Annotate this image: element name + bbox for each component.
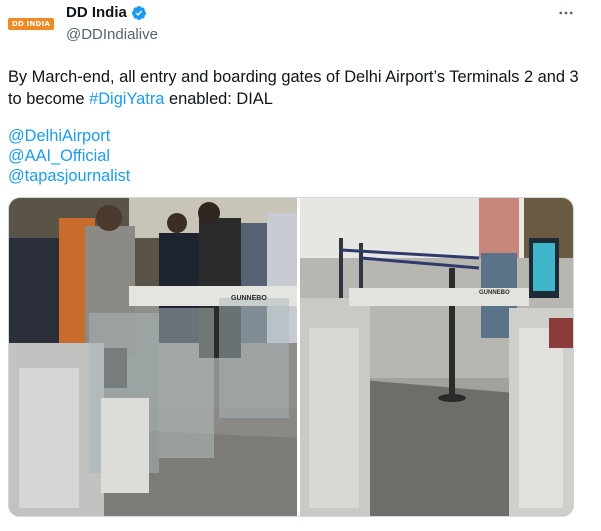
avatar[interactable]: DD INDIA	[8, 10, 54, 38]
mention-link[interactable]: @tapasjournalist	[8, 166, 130, 186]
tweet-text: By March-end, all entry and boarding gat…	[8, 66, 588, 110]
left-gate-signage: GUNNEBO	[231, 295, 267, 302]
verified-badge-icon	[131, 5, 146, 20]
media-divider	[297, 198, 300, 516]
right-gate-signage: GUNNEBO	[479, 290, 510, 296]
media-photos: GUNNEBO GUNNEBO	[9, 198, 573, 516]
mention-link[interactable]: @AAI_Official	[8, 146, 130, 166]
more-options-glyph	[559, 11, 573, 15]
right-photo	[300, 198, 573, 516]
hashtag-link[interactable]: #DigiYatra	[89, 90, 164, 108]
author-display-name[interactable]: DD India	[66, 4, 127, 21]
tweet-text-part: enabled: DIAL	[164, 90, 273, 108]
mentions-list: @DelhiAirport @AAI_Official @tapasjourna…	[8, 126, 130, 186]
dd-india-logo: DD INDIA	[8, 18, 54, 30]
tweet-media[interactable]: GUNNEBO GUNNEBO	[8, 197, 574, 517]
author-name-row: DD India	[66, 4, 147, 21]
author-handle[interactable]: @DDIndialive	[66, 26, 158, 43]
mention-link[interactable]: @DelhiAirport	[8, 126, 130, 146]
left-photo	[9, 198, 299, 516]
tweet-card: DD INDIA DD India @DDIndialive By March-…	[0, 0, 601, 531]
more-options-icon[interactable]	[556, 3, 576, 23]
